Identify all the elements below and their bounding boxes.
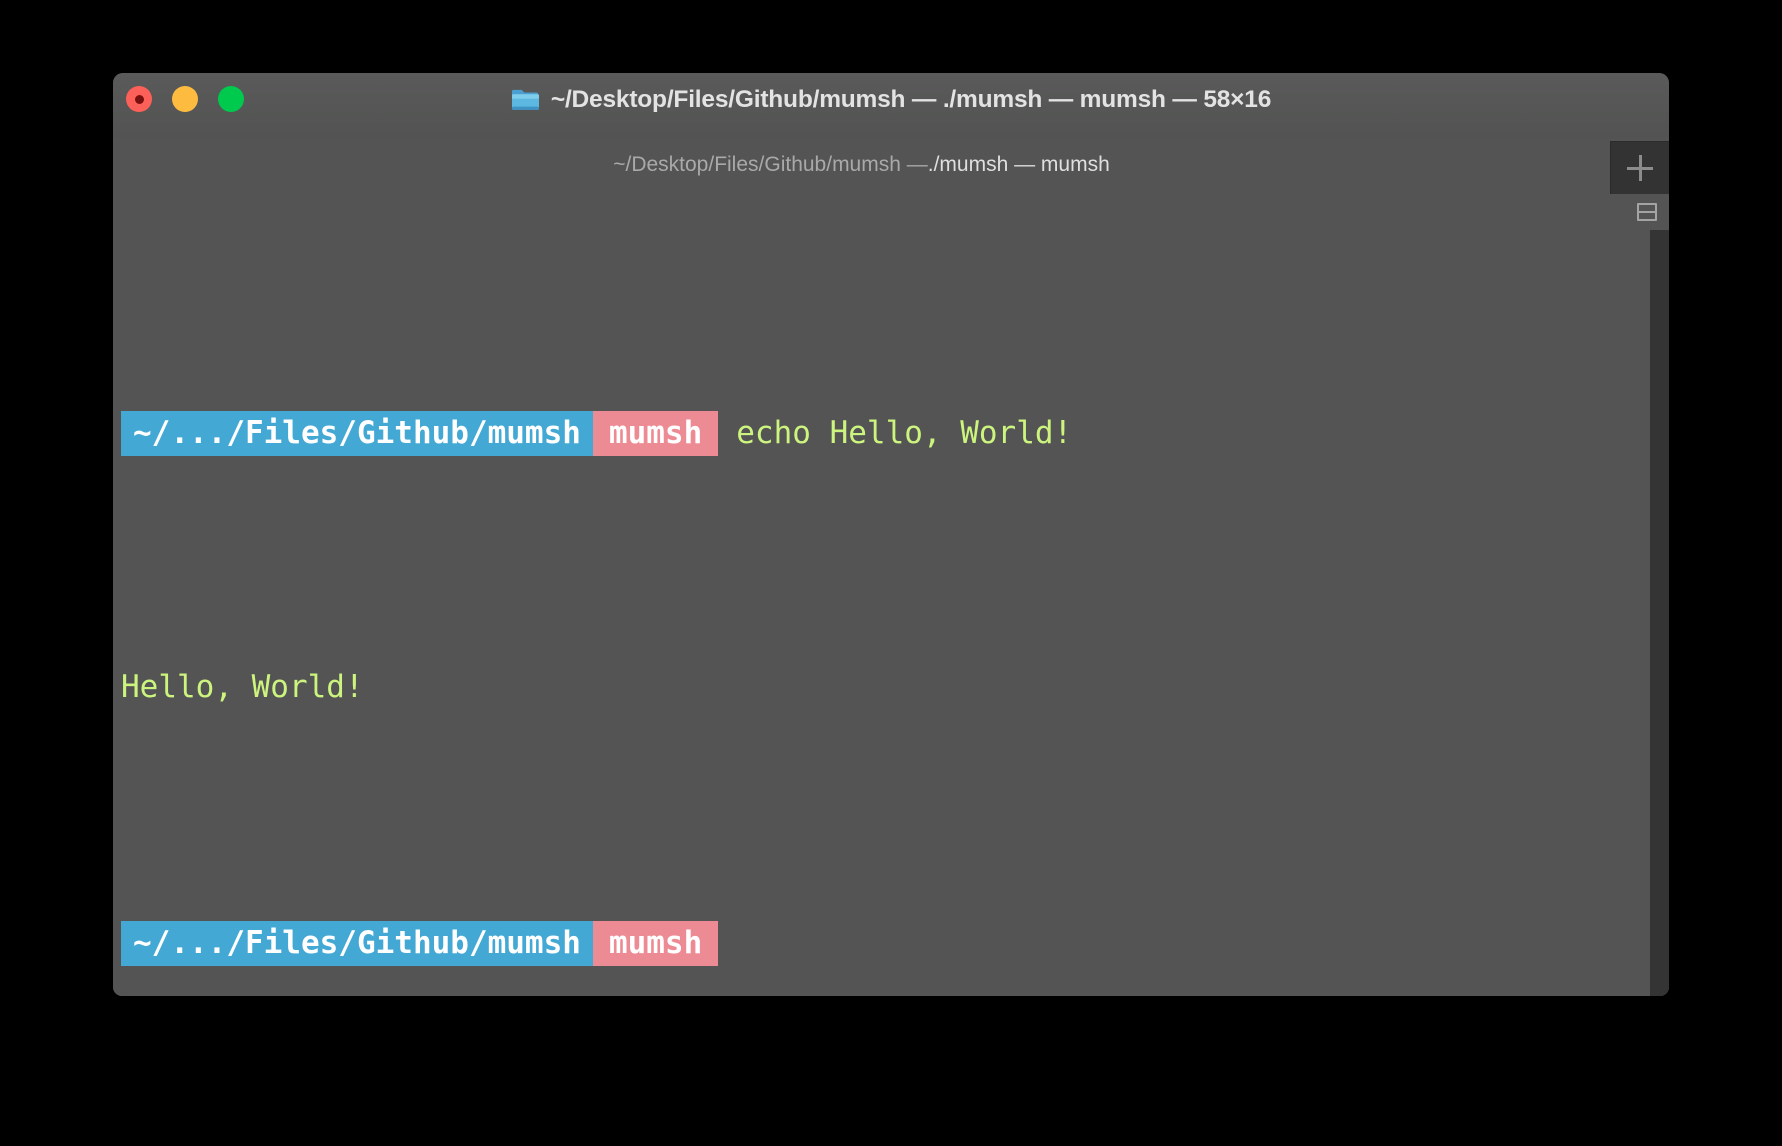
window-title-text: ~/Desktop/Files/Github/mumsh — ./mumsh —…: [550, 86, 1272, 113]
new-tab-button[interactable]: [1610, 141, 1669, 194]
minimize-button[interactable]: [172, 86, 198, 112]
maximize-button[interactable]: [218, 86, 244, 112]
tab-active[interactable]: ~/Desktop/Files/Github/mumsh — ./mumsh —…: [113, 138, 1610, 194]
close-button[interactable]: [126, 86, 152, 112]
split-pane-icon: [1637, 203, 1657, 221]
close-icon: [134, 94, 144, 104]
terminal-window[interactable]: ~/Desktop/Files/Github/mumsh — ./mumsh —…: [113, 73, 1669, 996]
tab-title-process: ./mumsh — mumsh: [927, 153, 1110, 176]
terminal-line: ~/.../Files/Github/mumsh mumsh echo Hello,…: [121, 407, 1669, 458]
window-controls: [126, 86, 244, 112]
folder-icon: [511, 88, 540, 112]
terminal-line: Hello, World!: [121, 662, 1669, 713]
terminal-output[interactable]: ~/.../Files/Github/mumsh mumsh echo Hello,…: [113, 198, 1669, 996]
terminal-output-text: Hello, World!: [121, 669, 364, 705]
terminal-body[interactable]: ~/.../Files/Github/mumsh mumsh echo Hello,…: [113, 194, 1669, 996]
prompt-branch-segment: mumsh: [592, 411, 719, 456]
prompt-path-segment: ~/.../Files/Github/mumsh: [121, 411, 593, 456]
window-title: ~/Desktop/Files/Github/mumsh — ./mumsh —…: [113, 83, 1669, 117]
terminal-command: echo Hello, World!: [736, 415, 1073, 451]
tab-title-path: ~/Desktop/Files/Github/mumsh —: [613, 153, 928, 176]
plus-icon: [1627, 155, 1653, 181]
window-titlebar[interactable]: ~/Desktop/Files/Github/mumsh — ./mumsh —…: [113, 73, 1669, 138]
terminal-command: [718, 925, 736, 961]
prompt-path-segment: ~/.../Files/Github/mumsh: [121, 921, 593, 966]
prompt-branch-segment: mumsh: [592, 921, 719, 966]
terminal-line: ~/.../Files/Github/mumsh mumsh: [121, 917, 1669, 968]
vertical-scrollbar[interactable]: [1650, 230, 1669, 996]
tab-bar: ~/Desktop/Files/Github/mumsh — ./mumsh —…: [113, 138, 1669, 194]
split-pane-button[interactable]: [1633, 198, 1661, 226]
